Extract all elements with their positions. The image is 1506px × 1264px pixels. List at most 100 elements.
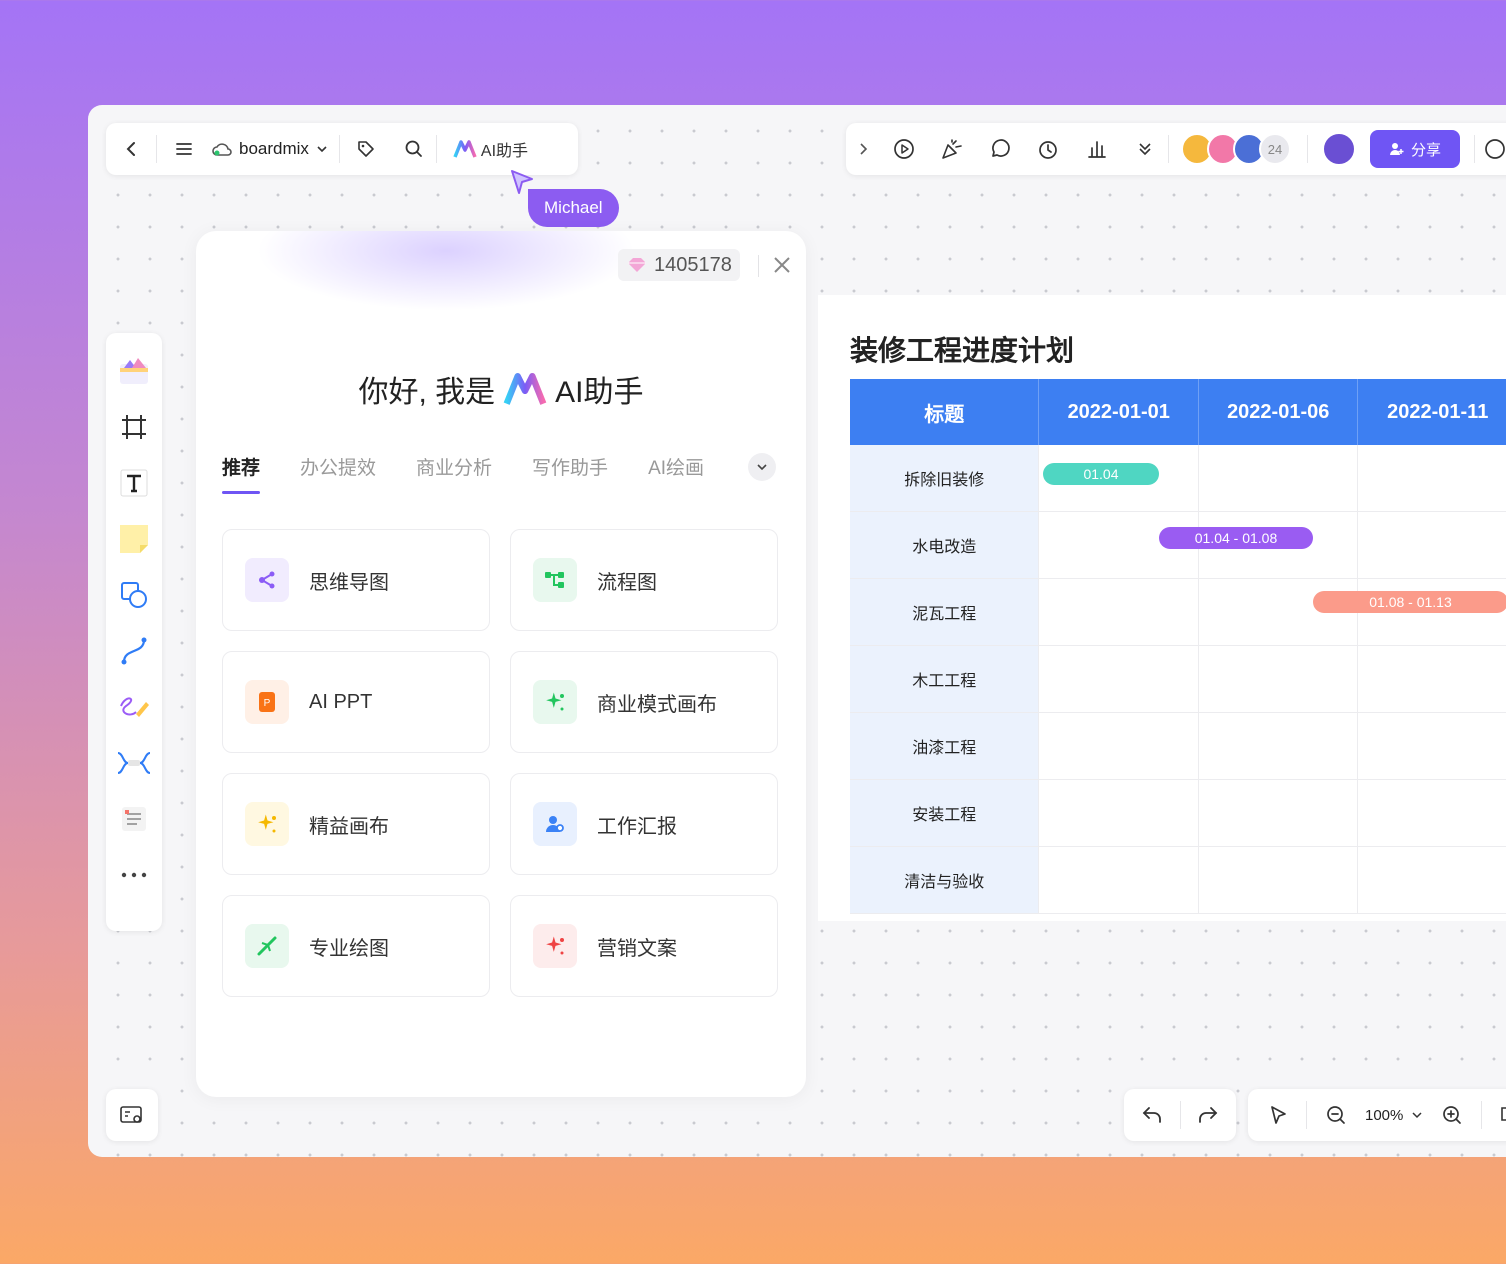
- gantt-bar[interactable]: 01.04: [1043, 463, 1159, 485]
- tool-card-ai-ppt[interactable]: P AI PPT: [222, 651, 490, 753]
- shape-tool[interactable]: [114, 575, 154, 615]
- divider: [1307, 135, 1308, 163]
- tab-office[interactable]: 办公提效: [300, 453, 376, 480]
- task-name: 拆除旧装修: [850, 445, 1040, 512]
- mindmap-tool[interactable]: [114, 743, 154, 783]
- gantt-header-cell: 2022-01-11: [1357, 379, 1506, 445]
- tool-card-marketing-copy[interactable]: 营销文案: [510, 895, 778, 997]
- redo-button[interactable]: [1180, 1089, 1236, 1141]
- back-button[interactable]: [106, 123, 156, 175]
- zoom-level-dropdown[interactable]: 100%: [1365, 1107, 1423, 1124]
- expand-toolbar-button[interactable]: [846, 123, 880, 175]
- decorative-glow: [256, 231, 636, 311]
- timer-button[interactable]: [1024, 123, 1072, 175]
- menu-button[interactable]: [157, 123, 211, 175]
- connector-icon: [121, 637, 147, 665]
- mindmap-icon: [117, 752, 151, 774]
- tab-writing[interactable]: 写作助手: [532, 453, 608, 480]
- ppt-icon: P: [245, 680, 289, 724]
- more-tools-button[interactable]: [114, 855, 154, 895]
- template-list-tool[interactable]: [114, 799, 154, 839]
- book-view-button[interactable]: [1500, 1089, 1506, 1141]
- document-list-icon: [122, 807, 146, 831]
- help-button[interactable]: [1475, 123, 1506, 175]
- pen-icon: [120, 697, 149, 717]
- zoom-in-button[interactable]: [1441, 1089, 1463, 1141]
- table-row: 拆除旧装修: [850, 445, 1506, 512]
- connector-tool[interactable]: [114, 631, 154, 671]
- bar-chart-icon: [1088, 141, 1106, 158]
- ellipsis-icon: [121, 872, 147, 878]
- zoom-in-icon: [1443, 1106, 1462, 1124]
- close-icon: [774, 257, 790, 273]
- tool-label: 精益画布: [309, 815, 389, 838]
- category-tabs: 推荐 办公提效 商业分析 写作助手 AI绘画: [222, 453, 704, 494]
- zoom-out-button[interactable]: [1325, 1089, 1347, 1141]
- tool-card-flowchart[interactable]: 流程图: [510, 529, 778, 631]
- help-icon: [1485, 139, 1505, 159]
- templates-tool[interactable]: [114, 351, 154, 391]
- history-controls: [1124, 1089, 1236, 1141]
- tool-grid: 思维导图 流程图 P AI PPT 商业模式画布 精益画布 工作汇报 专业绘图 …: [222, 529, 778, 997]
- chevron-down-icon: [757, 464, 767, 471]
- divider: [1481, 1101, 1483, 1129]
- frame-tool[interactable]: [114, 407, 154, 447]
- double-chevron-down-icon: [1139, 143, 1151, 156]
- search-button[interactable]: [392, 123, 436, 175]
- frame-icon: [122, 415, 146, 439]
- app-window: boardmix AI助手 Michael 24 分享 1405178 你好, …: [88, 105, 1506, 1157]
- ai-button-label: AI助手: [480, 143, 529, 160]
- sticky-note-tool[interactable]: [114, 519, 154, 559]
- comment-button[interactable]: [976, 123, 1024, 175]
- gantt-board[interactable]: 装修工程进度计划 标题 2022-01-01 2022-01-06 2022-0…: [818, 295, 1506, 921]
- tab-business[interactable]: 商业分析: [416, 453, 492, 480]
- tab-ai-painting[interactable]: AI绘画: [648, 453, 704, 480]
- table-row: 清洁与验收: [850, 846, 1506, 914]
- collaborator-cursor-label: Michael: [528, 189, 619, 227]
- gantt-table: 标题 2022-01-01 2022-01-06 2022-01-11 拆除旧装…: [850, 379, 1506, 914]
- file-name-dropdown[interactable]: boardmix: [211, 123, 339, 175]
- tag-icon: [358, 141, 374, 157]
- collaborators-group[interactable]: 24: [1181, 133, 1291, 165]
- minimap-icon: [120, 1106, 142, 1123]
- more-tools-button[interactable]: [1122, 123, 1168, 175]
- gem-icon: [628, 258, 646, 272]
- credits-value: 1405178: [654, 253, 732, 276]
- sparkle-icon: [533, 680, 577, 724]
- pen-tool[interactable]: [114, 687, 154, 727]
- sparkle-icon: [245, 802, 289, 846]
- table-row: 油漆工程: [850, 712, 1506, 780]
- current-user-avatar[interactable]: [1322, 132, 1356, 166]
- tool-label: 商业模式画布: [597, 693, 717, 716]
- undo-icon: [1142, 1107, 1161, 1123]
- gantt-bar[interactable]: 01.08 - 01.13: [1313, 591, 1506, 613]
- tool-card-pro-drawing[interactable]: 专业绘图: [222, 895, 490, 997]
- celebrate-button[interactable]: [928, 123, 976, 175]
- tool-label: 营销文案: [597, 937, 677, 960]
- tag-button[interactable]: [340, 123, 392, 175]
- tool-card-lean-canvas[interactable]: 精益画布: [222, 773, 490, 875]
- redo-icon: [1199, 1107, 1218, 1123]
- credits-badge[interactable]: 1405178: [618, 249, 740, 281]
- greeting: 你好, 我是 AI助手: [196, 367, 806, 411]
- select-tool-button[interactable]: [1268, 1089, 1288, 1141]
- gantt-header-cell: 2022-01-06: [1198, 379, 1359, 445]
- pointer-icon: [1271, 1106, 1286, 1124]
- timer-icon: [1039, 141, 1057, 159]
- share-button[interactable]: 分享: [1370, 130, 1460, 168]
- tool-card-work-report[interactable]: 工作汇报: [510, 773, 778, 875]
- ai-assistant-button[interactable]: AI助手: [437, 123, 528, 175]
- vote-button[interactable]: [1072, 123, 1122, 175]
- tool-card-business-model-canvas[interactable]: 商业模式画布: [510, 651, 778, 753]
- tool-card-mindmap[interactable]: 思维导图: [222, 529, 490, 631]
- add-user-icon: [1389, 143, 1404, 155]
- more-tabs-button[interactable]: [748, 453, 776, 481]
- minimap-button[interactable]: [106, 1089, 158, 1141]
- text-tool[interactable]: [114, 463, 154, 503]
- tab-recommended[interactable]: 推荐: [222, 453, 261, 494]
- present-button[interactable]: [880, 123, 928, 175]
- gantt-bar[interactable]: 01.04 - 01.08: [1159, 527, 1313, 549]
- tool-label: 思维导图: [309, 571, 389, 594]
- undo-button[interactable]: [1124, 1089, 1180, 1141]
- close-panel-button[interactable]: [772, 251, 792, 282]
